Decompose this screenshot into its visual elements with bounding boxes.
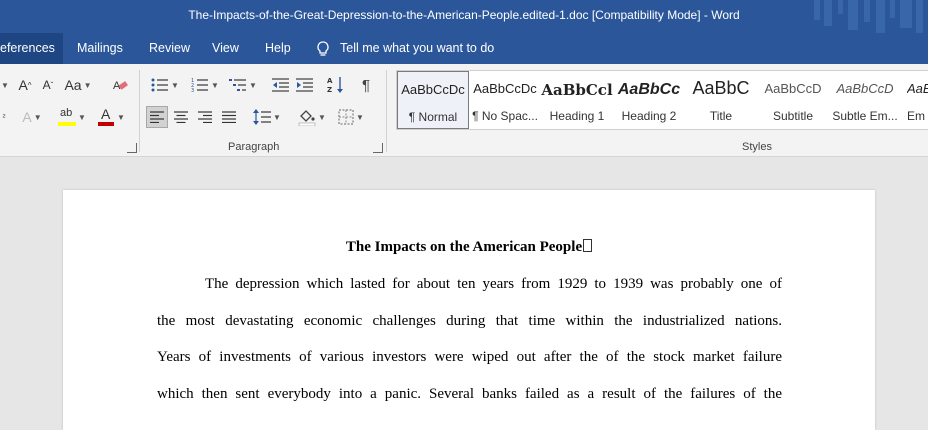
line-spacing-button[interactable]: ▼	[250, 106, 284, 128]
document-title-text: The Impacts on the American People	[345, 239, 583, 255]
styles-gallery: AaBbCcDc ¶ Normal AaBbCcDc ¶ No Spac... …	[396, 70, 928, 130]
tab-references[interactable]: eferences	[0, 33, 63, 64]
multilevel-list-icon	[229, 79, 247, 91]
caret-down-icon: ˇ	[50, 80, 54, 90]
document-page[interactable]: The Impacts on the American People The d…	[63, 190, 875, 430]
align-left-icon	[150, 111, 164, 123]
increase-indent-icon	[296, 78, 313, 92]
styles-group-label: Styles	[742, 141, 772, 153]
borders-button[interactable]: ▼	[334, 106, 368, 128]
chevron-down-icon: ▼	[273, 112, 281, 122]
sort-icon: AZ	[327, 77, 343, 94]
decrease-indent-button[interactable]	[270, 75, 292, 95]
bullets-icon	[151, 78, 169, 92]
chevron-down-icon: ▼	[1, 80, 9, 90]
tab-mailings[interactable]: Mailings	[69, 33, 131, 64]
chevron-down-icon: ▼	[211, 80, 219, 90]
eraser-icon: A	[113, 80, 128, 92]
lightbulb-icon	[317, 41, 329, 56]
caret-up-icon: ^	[27, 80, 32, 90]
show-formatting-marks-button[interactable]: ¶	[356, 75, 376, 95]
font-dialog-launcher[interactable]	[127, 143, 137, 153]
paragraph-group-label: Paragraph	[228, 141, 280, 153]
chevron-down-icon: ▼	[318, 112, 326, 122]
bullets-button[interactable]: ▼	[148, 75, 182, 95]
svg-text:3: 3	[191, 88, 194, 93]
chevron-down-icon: ▼	[171, 80, 179, 90]
document-body: The depression which lasted for about te…	[157, 276, 782, 416]
pilcrow-icon: ¶	[361, 76, 371, 94]
style-heading-1[interactable]: AaBbCcl Heading 1	[541, 71, 613, 129]
line-spacing-icon	[253, 109, 272, 125]
chevron-down-icon: ▼	[33, 112, 42, 122]
chevron-down-icon: ▼	[78, 112, 86, 122]
shrink-font-button[interactable]: Aˇ	[38, 76, 58, 94]
paragraph-line-4: which then sent everybody into a panic. …	[157, 386, 782, 402]
style-heading-2[interactable]: AaBbCc Heading 2	[613, 71, 685, 129]
paragraph-line-1: The depression which lasted for about te…	[205, 276, 782, 292]
font-color-swatch	[98, 122, 115, 126]
subscript-button[interactable]: ²	[0, 108, 8, 126]
decrease-indent-icon	[272, 78, 289, 92]
tell-me-text: Tell me what you want to do	[340, 41, 495, 55]
grow-font-button[interactable]: A ^	[14, 76, 36, 94]
tab-review[interactable]: Review	[141, 33, 198, 64]
tell-me-box[interactable]: Tell me what you want to do	[316, 33, 494, 64]
font-size-dropdown[interactable]: ▼	[0, 76, 9, 94]
group-separator	[139, 70, 140, 152]
paragraph-dialog-launcher[interactable]	[373, 143, 383, 153]
ribbon: ▼ A^ Aˇ Aa▼ A ² A▼ ab ▼ A ▼ ▼ 123▼	[0, 64, 928, 157]
shading-button[interactable]: ▼	[294, 106, 330, 128]
style-emphasis[interactable]: AaBl Em	[901, 71, 928, 129]
svg-text:Z: Z	[327, 86, 332, 94]
chevron-down-icon: ▼	[117, 112, 125, 122]
align-center-button[interactable]	[170, 106, 192, 128]
style-subtitle[interactable]: AaBbCcD Subtitle	[757, 71, 829, 129]
paragraph-line-2: the most devastating economic challenges…	[157, 313, 782, 329]
text-cursor-box	[583, 239, 593, 252]
chevron-down-icon: ▼	[249, 80, 257, 90]
align-right-button[interactable]	[194, 106, 216, 128]
document-heading: The Impacts on the American People	[63, 239, 875, 256]
chevron-down-icon: ▼	[356, 112, 364, 122]
style-normal[interactable]: AaBbCcDc ¶ Normal	[397, 71, 469, 129]
font-color-button[interactable]: A ▼	[94, 106, 128, 128]
align-center-icon	[174, 111, 188, 123]
font-color-icon: A	[97, 106, 115, 127]
svg-text:A: A	[327, 77, 333, 85]
style-no-spacing[interactable]: AaBbCcDc ¶ No Spac...	[469, 71, 541, 129]
style-subtle-emphasis[interactable]: AaBbCcD Subtle Em...	[829, 71, 901, 129]
numbering-button[interactable]: 1 2 3 ▼	[188, 75, 222, 95]
tab-help[interactable]: Help	[257, 33, 299, 64]
borders-icon	[338, 109, 354, 125]
increase-indent-button[interactable]	[294, 75, 316, 95]
highlight-color-button[interactable]: ab ▼	[54, 106, 90, 128]
window-title: The-Impacts-of-the-Great-Depression-to-t…	[188, 8, 740, 22]
numbering-icon: 123	[191, 78, 209, 93]
style-title[interactable]: AaBbC Title	[685, 71, 757, 129]
ribbon-tab-bar: eferences Mailings Review View Help Tell…	[0, 33, 928, 64]
paragraph-line-3: Years of investments of various investor…	[157, 349, 782, 365]
align-left-button[interactable]	[146, 106, 168, 128]
text-effects-button[interactable]: A ▼	[18, 108, 46, 126]
highlighter-icon: ab	[58, 107, 77, 127]
align-right-icon	[198, 111, 212, 123]
title-bar: The-Impacts-of-the-Great-Depression-to-t…	[0, 0, 928, 33]
justify-button[interactable]	[218, 106, 240, 128]
change-case-button[interactable]: Aa ▼	[64, 76, 92, 94]
paint-bucket-icon	[298, 110, 316, 126]
chevron-down-icon: ▼	[83, 80, 92, 90]
justify-icon	[222, 111, 236, 123]
highlight-color-swatch	[58, 122, 77, 126]
multilevel-list-button[interactable]: ▼	[226, 75, 260, 95]
clear-formatting-button[interactable]: A	[110, 76, 130, 94]
sort-button[interactable]: AZ	[325, 75, 347, 95]
group-separator	[386, 70, 387, 152]
title-bar-pattern	[814, 0, 923, 33]
tab-view[interactable]: View	[204, 33, 247, 64]
